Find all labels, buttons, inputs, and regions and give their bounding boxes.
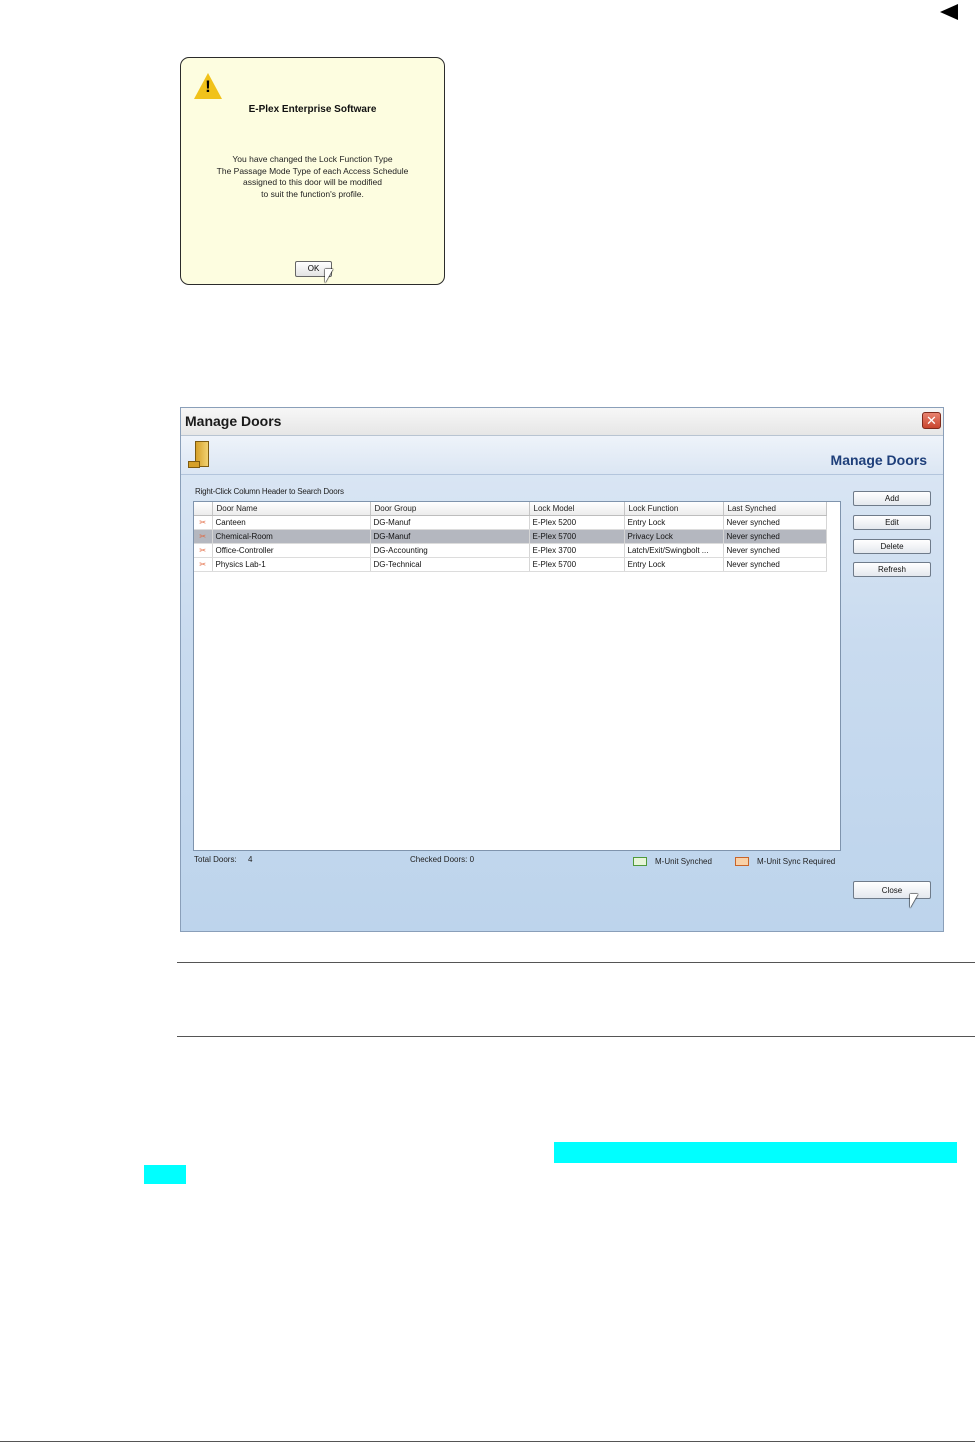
cell-door-name: Physics Lab-1 bbox=[212, 557, 371, 572]
cell-last-synched: Never synched bbox=[723, 529, 827, 544]
alert-dialog: ! E-Plex Enterprise Software You have ch… bbox=[180, 57, 445, 285]
cell-lock-model: E-Plex 5700 bbox=[529, 529, 625, 544]
cell-last-synched: Never synched bbox=[723, 557, 827, 572]
alert-message-line: The Passage Mode Type of each Access Sch… bbox=[216, 165, 409, 176]
delete-button[interactable]: Delete bbox=[853, 539, 931, 554]
alert-message-line: to suit the function's profile. bbox=[261, 188, 364, 199]
alert-message-line: assigned to this door will be modified bbox=[243, 177, 382, 187]
add-button[interactable]: Add bbox=[853, 491, 931, 506]
sync-required-glyph: ✂ bbox=[199, 532, 207, 541]
window-banner: Manage Doors bbox=[181, 436, 943, 475]
total-doors-label: Total Doors: bbox=[194, 855, 237, 864]
close-button[interactable]: Close bbox=[853, 881, 931, 899]
alert-title: E-Plex Enterprise Software bbox=[248, 104, 377, 115]
table-row[interactable]: ✂ Physics Lab-1 DG-Technical E-Plex 5700… bbox=[194, 557, 827, 572]
cell-door-name: Chemical-Room bbox=[212, 529, 371, 544]
sync-required-legend-label: M-Unit Sync Required bbox=[757, 857, 836, 866]
column-header-door-name[interactable]: Door Name bbox=[212, 502, 371, 516]
divider-top bbox=[177, 962, 975, 963]
doors-grid[interactable]: Door Name Door Group Lock Model Lock Fun… bbox=[193, 501, 841, 851]
warning-icon-mark: ! bbox=[205, 77, 211, 96]
sync-required-icon: ✂ bbox=[194, 543, 213, 558]
total-doors-value: 4 bbox=[248, 855, 253, 864]
cell-lock-model: E-Plex 5200 bbox=[529, 515, 625, 530]
sync-required-glyph: ✂ bbox=[199, 546, 207, 555]
synched-legend-icon bbox=[633, 857, 647, 866]
window-title: Manage Doors bbox=[185, 413, 282, 429]
column-header-flag[interactable] bbox=[194, 502, 213, 516]
manage-doors-window: Manage Doors ✕ Manage Doors Right-Click … bbox=[180, 407, 944, 932]
column-header-door-group[interactable]: Door Group bbox=[370, 502, 530, 516]
sync-required-legend-icon bbox=[735, 857, 749, 866]
mouse-cursor-icon bbox=[910, 894, 918, 908]
cell-lock-model: E-Plex 3700 bbox=[529, 543, 625, 558]
table-row-selected[interactable]: ✂ Chemical-Room DG-Manuf E-Plex 5700 Pri… bbox=[194, 529, 827, 544]
cell-door-group: DG-Manuf bbox=[370, 515, 530, 530]
window-close-icon[interactable]: ✕ bbox=[922, 412, 941, 429]
page-bottom-rule bbox=[0, 1441, 975, 1442]
alert-message-line: You have changed the Lock Function Type bbox=[232, 154, 393, 164]
cell-last-synched: Never synched bbox=[723, 515, 827, 530]
cell-lock-function: Latch/Exit/Swingbolt ... bbox=[624, 543, 724, 558]
column-header-last-synched[interactable]: Last Synched bbox=[723, 502, 827, 516]
sync-required-glyph: ✂ bbox=[199, 560, 207, 569]
window-titlebar: Manage Doors ✕ bbox=[181, 408, 943, 436]
sync-required-icon: ✂ bbox=[194, 557, 213, 572]
banner-title: Manage Doors bbox=[830, 452, 927, 468]
mouse-cursor-icon bbox=[325, 269, 333, 283]
table-row[interactable]: ✂ Canteen DG-Manuf E-Plex 5200 Entry Loc… bbox=[194, 515, 827, 530]
alert-message: You have changed the Lock Function Type … bbox=[181, 154, 444, 200]
cell-lock-function: Privacy Lock bbox=[624, 529, 724, 544]
cell-lock-model: E-Plex 5700 bbox=[529, 557, 625, 572]
sync-required-icon: ✂ bbox=[194, 529, 213, 544]
table-row[interactable]: ✂ Office-Controller DG-Accounting E-Plex… bbox=[194, 543, 827, 558]
door-icon bbox=[188, 441, 209, 468]
edit-button[interactable]: Edit bbox=[853, 515, 931, 530]
cell-door-name: Canteen bbox=[212, 515, 371, 530]
sync-required-icon: ✂ bbox=[194, 515, 213, 530]
cell-door-group: DG-Manuf bbox=[370, 529, 530, 544]
highlighted-text-block bbox=[554, 1142, 957, 1163]
doors-table: Door Name Door Group Lock Model Lock Fun… bbox=[194, 502, 827, 572]
divider-bottom bbox=[177, 1036, 975, 1037]
cell-door-name: Office-Controller bbox=[212, 543, 371, 558]
cell-last-synched: Never synched bbox=[723, 543, 827, 558]
cell-door-group: DG-Technical bbox=[370, 557, 530, 572]
sync-required-glyph: ✂ bbox=[199, 518, 207, 527]
back-arrow-icon[interactable] bbox=[940, 4, 958, 20]
refresh-button[interactable]: Refresh bbox=[853, 562, 931, 577]
checked-doors-label: Checked Doors: 0 bbox=[410, 855, 475, 864]
cell-lock-function: Entry Lock bbox=[624, 557, 724, 572]
cell-door-group: DG-Accounting bbox=[370, 543, 530, 558]
column-header-lock-model[interactable]: Lock Model bbox=[529, 502, 625, 516]
column-header-lock-function[interactable]: Lock Function bbox=[624, 502, 724, 516]
table-header-row: Door Name Door Group Lock Model Lock Fun… bbox=[194, 502, 827, 516]
cell-lock-function: Entry Lock bbox=[624, 515, 724, 530]
search-hint: Right-Click Column Header to Search Door… bbox=[195, 487, 344, 496]
highlighted-text-block bbox=[144, 1165, 186, 1184]
synched-legend-label: M-Unit Synched bbox=[655, 857, 712, 866]
